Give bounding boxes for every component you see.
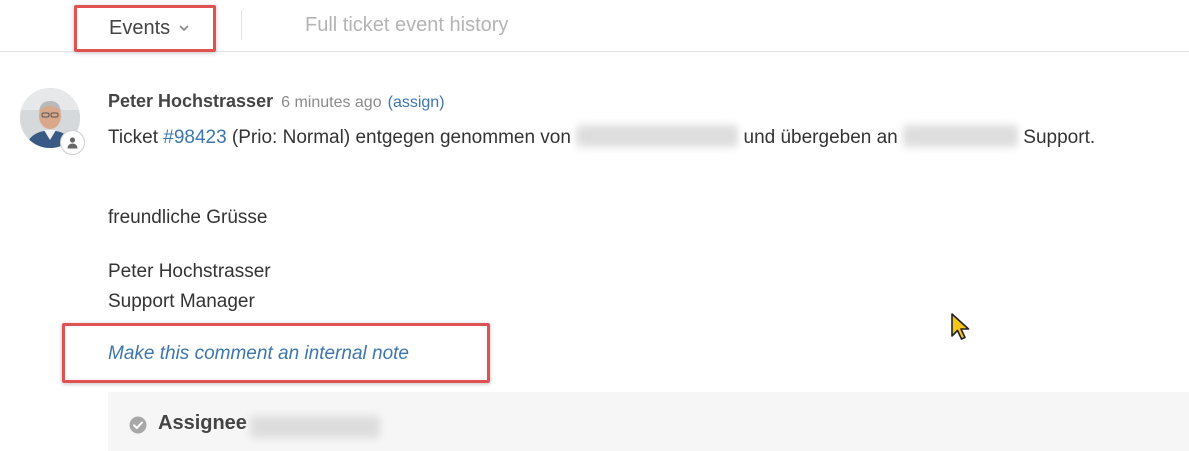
comment-header: Peter Hochstrasser 6 minutes ago (assign… bbox=[108, 91, 1183, 115]
comment-line-ticket: Ticket #98423 (Prio: Normal) entgegen ge… bbox=[108, 125, 1095, 149]
make-internal-note-link[interactable]: Make this comment an internal note bbox=[108, 343, 409, 365]
assignee-redacted-value bbox=[250, 416, 380, 438]
comment-timestamp: 6 minutes ago bbox=[281, 94, 382, 111]
signature-title: Support Manager bbox=[108, 291, 255, 312]
mouse-pointer-icon bbox=[950, 312, 972, 342]
tab-full-ticket-event-history[interactable]: Full ticket event history bbox=[305, 14, 508, 37]
redacted-name-2 bbox=[903, 125, 1019, 147]
ticket-text-prefix: Ticket bbox=[108, 127, 164, 148]
ticket-text-suffix: Support. bbox=[1018, 127, 1096, 148]
ticket-text-middle2: und übergeben an bbox=[738, 127, 904, 148]
chevron-down-icon bbox=[179, 23, 189, 33]
events-dropdown[interactable]: Events bbox=[74, 5, 216, 52]
assign-link[interactable]: (assign) bbox=[388, 94, 445, 112]
event-tabs-bar: Events Full ticket event history bbox=[0, 0, 1189, 52]
comment-author[interactable]: Peter Hochstrasser bbox=[108, 91, 273, 112]
comment: Peter Hochstrasser 6 minutes ago (assign… bbox=[108, 91, 1183, 312]
check-circle-icon bbox=[129, 416, 147, 434]
redacted-name-1 bbox=[576, 125, 739, 147]
ticket-text-middle: (Prio: Normal) entgegen genommen von bbox=[226, 127, 577, 148]
assignee-label: Assignee bbox=[158, 412, 247, 434]
tab-divider bbox=[241, 10, 242, 40]
signature-name: Peter Hochstrasser bbox=[108, 261, 271, 282]
ticket-link[interactable]: #98423 bbox=[163, 127, 226, 148]
events-dropdown-label: Events bbox=[109, 17, 171, 39]
user-icon bbox=[60, 130, 85, 155]
comment-greeting: freundliche Grüsse bbox=[108, 207, 268, 228]
event-assignee-row: Assignee bbox=[108, 392, 1189, 451]
